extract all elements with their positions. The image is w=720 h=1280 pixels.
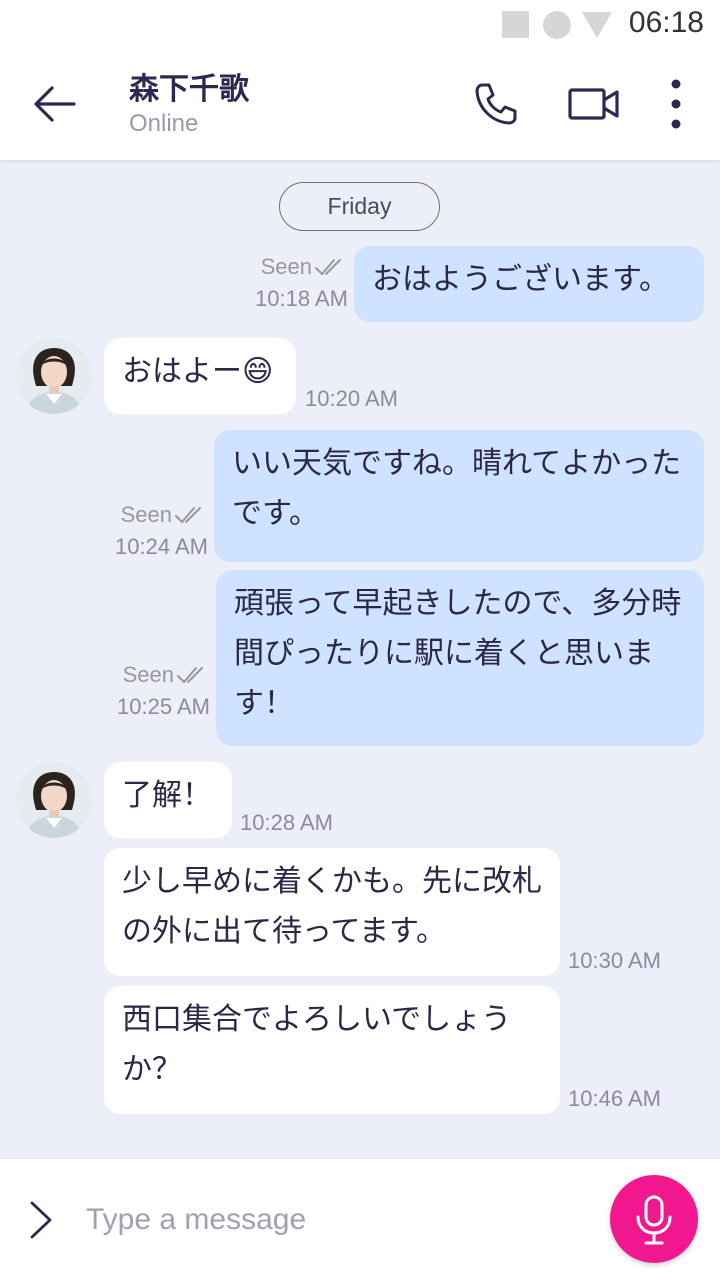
avatar[interactable] [16, 338, 92, 414]
seen-label: Seen [120, 502, 172, 527]
avatar[interactable] [16, 762, 92, 838]
status-time: 06:18 [628, 6, 704, 39]
message-bubble-incoming[interactable]: おはよー😄 [104, 338, 296, 414]
message-time: 10:18 AM [255, 286, 348, 311]
message-time: 10:25 AM [117, 694, 210, 719]
phone-icon [475, 83, 517, 125]
status-bar: 06:18 [0, 0, 720, 48]
message-bubble-outgoing[interactable]: いい天気ですね。晴れてよかったです。 [214, 430, 704, 562]
contact-name[interactable]: 森下千歌 [129, 64, 249, 108]
contact-status: Online [129, 110, 199, 137]
arrow-left-icon [34, 86, 76, 122]
message-input[interactable] [86, 1195, 586, 1245]
double-check-icon [315, 259, 341, 276]
expand-actions-button[interactable] [24, 1199, 58, 1241]
double-check-icon [175, 507, 201, 524]
message-list[interactable]: Friday Seen 10:18 AM おはようございます。 おはよー😄 10… [0, 160, 720, 1158]
contact-photo-icon [16, 338, 92, 414]
message-time: 10:46 AM [568, 1086, 661, 1111]
message-bubble-incoming[interactable]: 西口集合でよろしいでしょうか？ [104, 986, 560, 1114]
message-time: 10:24 AM [115, 534, 208, 559]
day-separator: Friday [279, 182, 440, 231]
more-options-button[interactable] [660, 78, 692, 130]
message-time: 10:20 AM [305, 386, 398, 411]
seen-indicator: Seen [90, 502, 208, 528]
seen-label: Seen [122, 662, 174, 687]
status-square-icon [502, 11, 529, 38]
message-time: 10:30 AM [568, 948, 661, 973]
message-bubble-outgoing[interactable]: おはようございます。 [354, 246, 704, 322]
seen-indicator: Seen [90, 662, 210, 688]
voice-call-button[interactable] [470, 78, 522, 130]
chat-header: 森下千歌 Online [0, 48, 720, 160]
message-composer [0, 1158, 720, 1280]
contact-photo-icon [16, 762, 92, 838]
status-circle-icon [543, 11, 571, 39]
video-call-button[interactable] [566, 80, 622, 128]
message-meta: Seen 10:18 AM [230, 254, 348, 312]
status-triangle-icon [582, 12, 612, 38]
message-meta: Seen 10:24 AM [90, 502, 208, 560]
microphone-icon [636, 1195, 672, 1245]
message-meta: Seen 10:25 AM [90, 662, 210, 720]
video-camera-icon [568, 88, 619, 120]
double-check-icon [177, 667, 203, 684]
seen-label: Seen [260, 254, 312, 279]
message-bubble-incoming[interactable]: 少し早めに着くかも。先に改札の外に出て待ってます。 [104, 848, 560, 976]
chevron-right-icon [30, 1201, 52, 1239]
message-time: 10:28 AM [240, 810, 333, 835]
more-vertical-icon [671, 79, 681, 129]
voice-record-button[interactable] [610, 1175, 698, 1263]
message-bubble-outgoing[interactable]: 頑張って早起きしたので、多分時間ぴったりに駅に着くと思います！ [216, 570, 704, 746]
seen-indicator: Seen [230, 254, 348, 280]
message-bubble-incoming[interactable]: 了解！ [104, 762, 232, 838]
back-button[interactable] [30, 78, 82, 130]
